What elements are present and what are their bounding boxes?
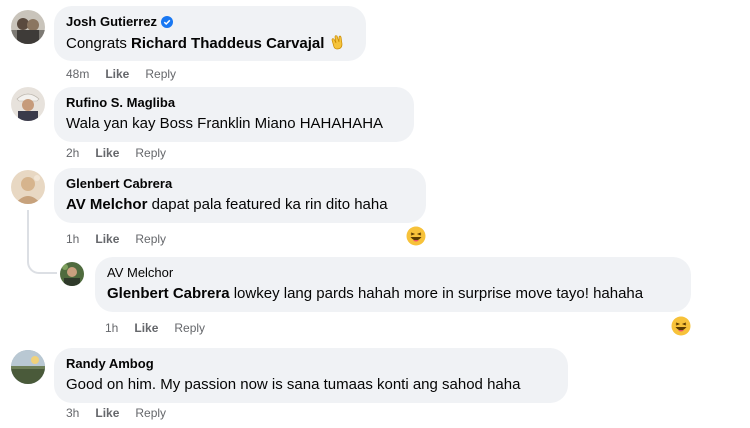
mention-link[interactable]: Glenbert Cabrera [107, 285, 230, 302]
avatar[interactable] [60, 262, 84, 286]
comment-actions: 3h Like Reply [66, 405, 166, 421]
avatar[interactable] [11, 10, 45, 44]
comment-bubble: Glenbert Cabrera AV Melchor dapat pala f… [54, 168, 426, 223]
avatar[interactable] [11, 350, 45, 384]
reply-button[interactable]: Reply [174, 320, 205, 336]
comment-bubble: Rufino S. Magliba Wala yan kay Boss Fran… [54, 87, 414, 142]
comment-author[interactable]: AV Melchor [107, 265, 173, 281]
comment-time[interactable]: 48m [66, 66, 89, 82]
comment-author[interactable]: Rufino S. Magliba [66, 95, 175, 111]
comment-text: Congrats Richard Thaddeus Carvajal [66, 33, 354, 57]
reply-button[interactable]: Reply [135, 145, 166, 161]
comment-text: Wala yan kay Boss Franklin Miano HAHAHAH… [66, 115, 384, 132]
mention-link[interactable]: AV Melchor [66, 196, 147, 213]
comment-text: Good on him. My passion now is sana tuma… [66, 376, 521, 393]
comment-time[interactable]: 2h [66, 145, 79, 161]
comment-actions: 1h Like Reply [105, 320, 205, 336]
haha-reaction-icon[interactable] [670, 315, 692, 337]
like-button[interactable]: Like [95, 231, 119, 247]
like-button[interactable]: Like [95, 405, 119, 421]
comment-actions: 2h Like Reply [66, 145, 166, 161]
comment-time[interactable]: 1h [66, 231, 79, 247]
comment-time[interactable]: 3h [66, 405, 79, 421]
comment-time[interactable]: 1h [105, 320, 118, 336]
like-button[interactable]: Like [134, 320, 158, 336]
comment-bubble: Josh Gutierrez Congrats Richard Thaddeus… [54, 6, 366, 61]
reply-button[interactable]: Reply [145, 66, 176, 82]
reply-bubble: AV Melchor Glenbert Cabrera lowkey lang … [95, 257, 691, 312]
comment-text: Glenbert Cabrera lowkey lang pards hahah… [107, 285, 644, 302]
comment-bubble: Randy Ambog Good on him. My passion now … [54, 348, 568, 403]
thread-connector [27, 210, 57, 274]
comment-author[interactable]: Randy Ambog [66, 356, 154, 372]
comment-text: AV Melchor dapat pala featured ka rin di… [66, 196, 388, 213]
comment-author[interactable]: Glenbert Cabrera [66, 176, 172, 192]
comment-author[interactable]: Josh Gutierrez [66, 14, 157, 30]
reply-button[interactable]: Reply [135, 405, 166, 421]
comment-actions: 48m Like Reply [66, 66, 176, 82]
mention-link[interactable]: Richard Thaddeus Carvajal [131, 35, 324, 52]
verified-badge-icon [161, 16, 174, 28]
comment-actions: 1h Like Reply [66, 231, 166, 247]
like-button[interactable]: Like [105, 66, 129, 82]
haha-reaction-icon[interactable] [405, 225, 427, 247]
reply-button[interactable]: Reply [135, 231, 166, 247]
like-button[interactable]: Like [95, 145, 119, 161]
avatar[interactable] [11, 87, 45, 121]
clapping-hands-icon [329, 33, 347, 57]
avatar[interactable] [11, 170, 45, 204]
